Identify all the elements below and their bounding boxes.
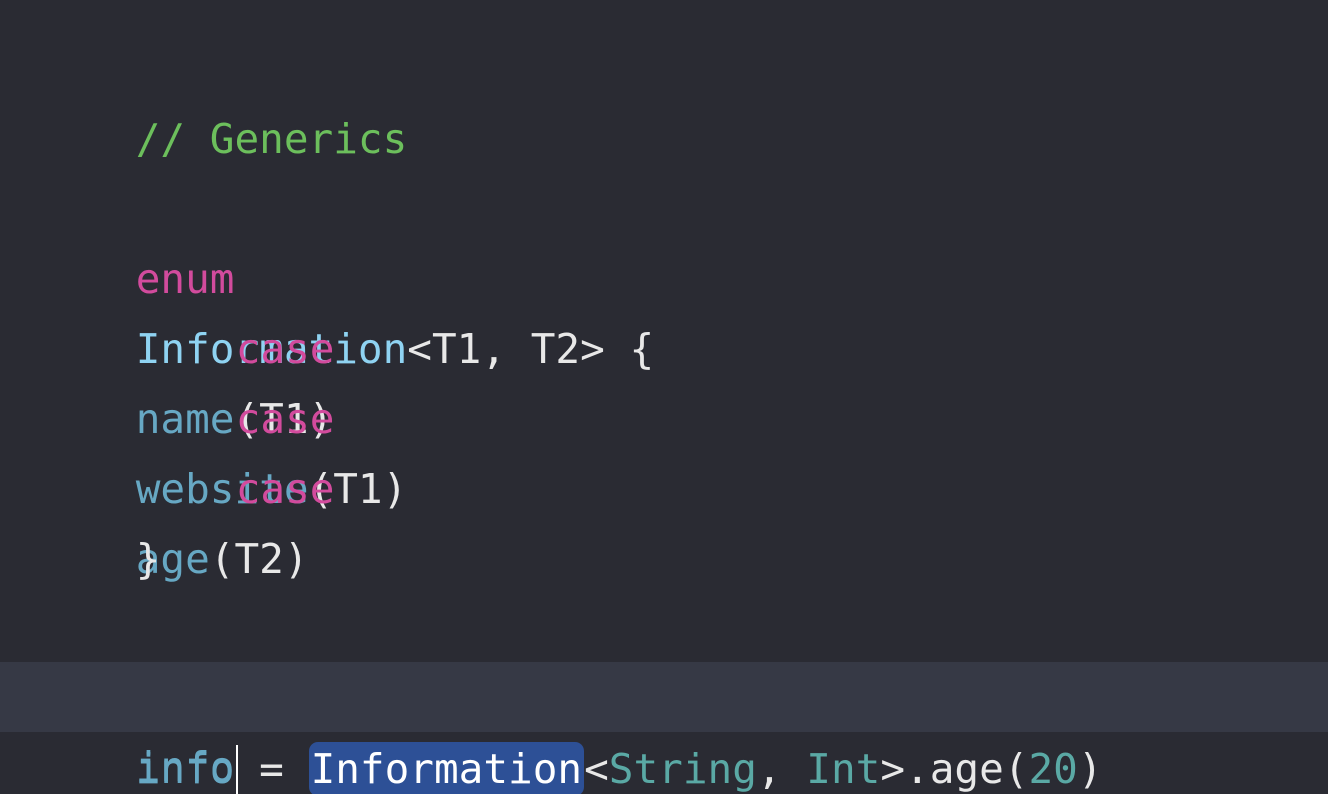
current-line-text: info xyxy=(135,743,235,791)
current-line[interactable]: info xyxy=(0,662,1328,794)
case-call: >.age( xyxy=(880,745,1029,793)
code-line-case-website: case website(T1) xyxy=(0,314,1328,513)
code-line-comment: // Generics xyxy=(0,34,1328,163)
code-line-close-brace: } xyxy=(0,454,1328,583)
generic-comma: , xyxy=(756,745,807,793)
code-line-case-name: case name(T1) xyxy=(0,244,1328,443)
close-paren: ) xyxy=(1077,745,1103,793)
number-literal: 20 xyxy=(1028,745,1078,793)
code-line-case-age: case age(T2) xyxy=(0,384,1328,583)
code-line-enum-decl: enum Information<T1, T2> { xyxy=(0,174,1328,373)
comment-text: // Generics xyxy=(135,115,408,163)
text-cursor xyxy=(235,745,238,794)
generic-type-int: Int xyxy=(806,745,881,793)
case-payload: (T2) xyxy=(209,535,309,583)
assign-operator: = xyxy=(234,745,309,793)
code-line-let-info: let info = Information<String, Int>.age(… xyxy=(0,594,1328,794)
generic-open: < xyxy=(584,745,609,793)
selected-type-name[interactable]: Information xyxy=(308,742,585,794)
close-brace: } xyxy=(135,535,161,583)
generic-type-string: String xyxy=(608,745,757,793)
code-editor[interactable]: // Generics enum Information<T1, T2> { c… xyxy=(0,0,1328,794)
